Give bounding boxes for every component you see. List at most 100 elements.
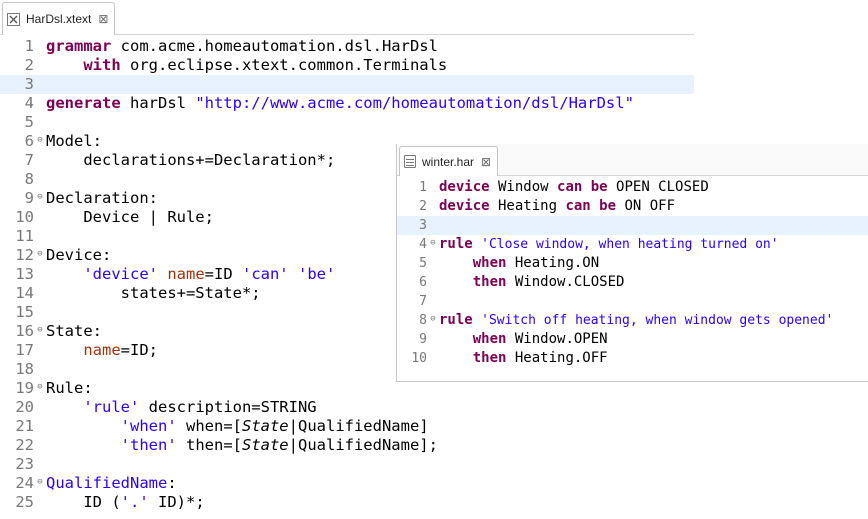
code-text: rule 'Switch off heating, when window ge…	[439, 312, 833, 328]
line-number: 6	[419, 275, 427, 290]
code-line[interactable]: 6 then Window.CLOSED	[397, 273, 868, 292]
code-token: be	[590, 179, 608, 195]
code-line[interactable]: 10 then Heating.OFF	[397, 349, 868, 368]
code-line[interactable]: 3	[397, 216, 868, 235]
code-line[interactable]: 22 'then' then=[State|QualifiedName];	[0, 436, 694, 455]
code-token: org.eclipse.xtext.common.Terminals	[120, 56, 448, 74]
code-token: :	[167, 474, 177, 492]
code-line[interactable]: 5 when Heating.ON	[397, 254, 868, 273]
code-token: grammar	[46, 37, 112, 55]
code-text: 'device' name=ID 'can' 'be'	[46, 265, 335, 283]
code-token: Heating.ON	[506, 255, 600, 271]
line-number: 10	[411, 351, 427, 366]
code-line[interactable]: 4 generate harDsl "http://www.acme.com/ho…	[0, 94, 694, 113]
code-token: with	[83, 56, 121, 74]
fold-toggle-icon[interactable]: ⊖	[34, 322, 46, 339]
code-token: |QualifiedName]	[288, 417, 429, 435]
code-token: ON OFF	[616, 198, 676, 214]
code-line[interactable]: 24 ⊖ QualifiedName:	[0, 474, 694, 493]
code-line[interactable]: 1 device Window can be OPEN CLOSED	[397, 178, 868, 197]
code-line[interactable]: 21 'when' when=[State|QualifiedName]	[0, 417, 694, 436]
code-line[interactable]: 2 with org.eclipse.xtext.common.Terminal…	[0, 56, 694, 75]
tab-label: winter.har	[422, 154, 475, 169]
code-line[interactable]: 20 'rule' description=STRING	[0, 398, 694, 417]
code-line[interactable]: 7	[397, 292, 868, 311]
tab-hardsl-xtext[interactable]: HarDsl.xtext ⊠	[2, 2, 116, 35]
close-icon[interactable]: ⊠	[481, 156, 491, 168]
code-token: when=[	[176, 417, 242, 435]
line-number: 2	[419, 199, 427, 214]
code-token: Heating.OFF	[506, 350, 608, 366]
code-line[interactable]: 5	[0, 113, 694, 132]
line-number: 24	[15, 474, 34, 492]
code-token: State	[241, 417, 289, 435]
code-token: device	[439, 198, 490, 214]
code-token: when	[472, 331, 507, 347]
code-token: Declaration:	[46, 189, 158, 207]
fold-toggle-icon[interactable]: ⊖	[427, 235, 439, 252]
fold-toggle-icon[interactable]: ⊖	[34, 189, 46, 206]
code-line[interactable]: 1 grammar com.acme.homeautomation.dsl.Har…	[0, 37, 694, 56]
tab-winter-har[interactable]: winter.har ⊠	[399, 146, 499, 176]
code-token: device	[439, 179, 490, 195]
code-line[interactable]: 4 ⊖ rule 'Close window, when heating turne…	[397, 235, 868, 254]
code-token: |QualifiedName];	[288, 436, 438, 454]
code-token: then	[472, 274, 507, 290]
code-text: when Window.OPEN	[439, 331, 608, 347]
code-token: Device | Rule;	[46, 208, 214, 226]
code-token: can	[565, 198, 591, 214]
code-token: rule	[439, 236, 473, 252]
code-text: with org.eclipse.xtext.common.Terminals	[46, 56, 447, 74]
code-token: QualifiedName	[46, 474, 168, 492]
line-number: 4	[24, 94, 34, 112]
close-icon[interactable]: ⊠	[98, 13, 108, 25]
code-text: device Window can be OPEN CLOSED	[439, 179, 709, 195]
code-text: when Heating.ON	[439, 255, 599, 271]
code-line[interactable]: 3	[0, 75, 694, 94]
code-text: Rule:	[46, 379, 93, 397]
code-text: then Window.CLOSED	[439, 274, 625, 290]
fold-toggle-icon[interactable]: ⊖	[34, 246, 46, 263]
line-number: 13	[15, 265, 34, 283]
fold-toggle-icon[interactable]: ⊖	[34, 132, 46, 149]
code-area[interactable]: 1 device Window can be OPEN CLOSED 2 device…	[397, 178, 868, 368]
code-token: State:	[46, 322, 102, 340]
code-token: Model:	[46, 132, 102, 150]
fold-toggle-icon[interactable]: ⊖	[34, 379, 46, 396]
fold-toggle-icon[interactable]: ⊖	[34, 474, 46, 491]
code-line[interactable]: 8 ⊖ rule 'Switch off heating, when window …	[397, 311, 868, 330]
code-token: Window.CLOSED	[506, 274, 625, 290]
code-token: State	[241, 436, 289, 454]
line-number: 1	[24, 37, 34, 55]
code-line[interactable]: 25 ID ('.' ID)*;	[0, 493, 694, 512]
code-line[interactable]: 23	[0, 455, 694, 474]
code-token: description=STRING	[139, 398, 317, 416]
code-text: Model:	[46, 132, 102, 150]
code-line[interactable]: 2 device Heating can be ON OFF	[397, 197, 868, 216]
line-number: 3	[419, 218, 427, 233]
code-text: states+=State*;	[46, 284, 261, 302]
editor-winter-har[interactable]: winter.har ⊠ 1 device Window can be OPEN …	[396, 144, 868, 382]
code-token: generate	[46, 94, 121, 112]
tab-label: HarDsl.xtext	[26, 12, 92, 26]
code-text: declarations+=Declaration*;	[46, 151, 335, 169]
line-number: 8	[24, 170, 34, 188]
code-token: when	[472, 255, 507, 271]
code-text: 'rule' description=STRING	[46, 398, 317, 416]
line-number: 25	[15, 493, 34, 511]
code-token: OPEN CLOSED	[607, 179, 709, 195]
line-number: 16	[15, 322, 34, 340]
line-number: 18	[15, 360, 34, 378]
line-number: 20	[15, 398, 34, 416]
fold-toggle-icon[interactable]: ⊖	[427, 311, 439, 328]
code-line[interactable]: 9 when Window.OPEN	[397, 330, 868, 349]
